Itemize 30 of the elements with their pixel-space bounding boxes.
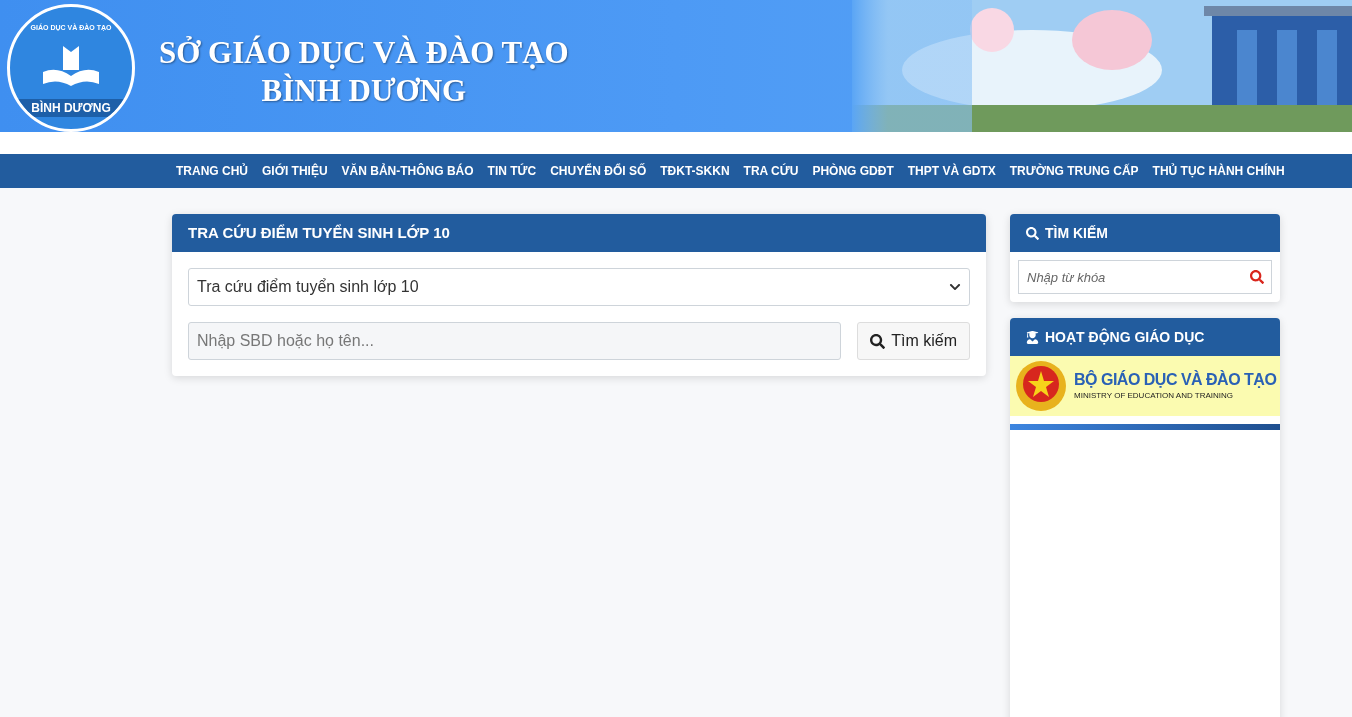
nav-link[interactable]: THPT VÀ GDTX — [907, 162, 996, 180]
search-icon — [870, 333, 886, 349]
exam-select[interactable]: Tra cứu điểm tuyển sinh lớp 10 — [188, 268, 970, 306]
nav-link[interactable]: TIN TỨC — [487, 162, 537, 180]
site-title: SỞ GIÁO DỤC VÀ ĐÀO TẠO — [159, 34, 569, 72]
nav-link[interactable]: TRA CỨU — [743, 162, 799, 180]
nav-link[interactable]: TĐKT-SKKN — [660, 162, 730, 180]
nav-link[interactable]: PHÒNG GDĐT — [812, 162, 894, 180]
card-title: HOẠT ĐỘNG GIÁO DỤC — [1045, 327, 1205, 347]
nav-link[interactable]: GIỚI THIỆU — [262, 162, 328, 180]
nav-link[interactable]: THỦ TỤC HÀNH CHÍNH — [1152, 162, 1285, 180]
site-subtitle: BÌNH DƯƠNG — [261, 72, 467, 110]
ministry-banner[interactable]: BỘ GIÁO DỤC VÀ ĐÀO TẠO MINISTRY OF EDUCATION AND TRAINING — [1010, 356, 1280, 416]
chevron-icon — [949, 281, 961, 293]
search-icon[interactable] — [1250, 270, 1264, 284]
nav-link[interactable]: TRƯỜNG TRUNG CẤP — [1009, 162, 1139, 180]
banner-subtitle: MINISTRY OF EDUCATION AND TRAINING — [1074, 390, 1234, 402]
banner-title: BỘ GIÁO DỤC VÀ ĐÀO TẠO — [1074, 370, 1277, 390]
keyword-field[interactable]: Nhập từ khóa — [1018, 260, 1272, 294]
nav-link[interactable]: CHUYỂN ĐỔI SỐ — [550, 162, 647, 180]
search-icon — [1026, 226, 1039, 240]
search-button[interactable]: Tìm kiếm — [857, 322, 970, 360]
nav-link[interactable]: TRANG CHỦ — [176, 162, 248, 180]
graduate-icon — [1026, 330, 1039, 344]
search-field[interactable]: Nhập SBD hoặc họ tên... — [188, 322, 842, 360]
card-title: TÌM KIẾM — [1045, 223, 1108, 243]
emblem-icon — [1014, 359, 1068, 413]
nav-link[interactable]: VĂN BẢN-THÔNG BÁO — [341, 162, 474, 180]
card-title: TRA CỨU ĐIỂM TUYỂN SINH LỚP 10 — [188, 222, 450, 243]
book-icon — [41, 44, 101, 89]
